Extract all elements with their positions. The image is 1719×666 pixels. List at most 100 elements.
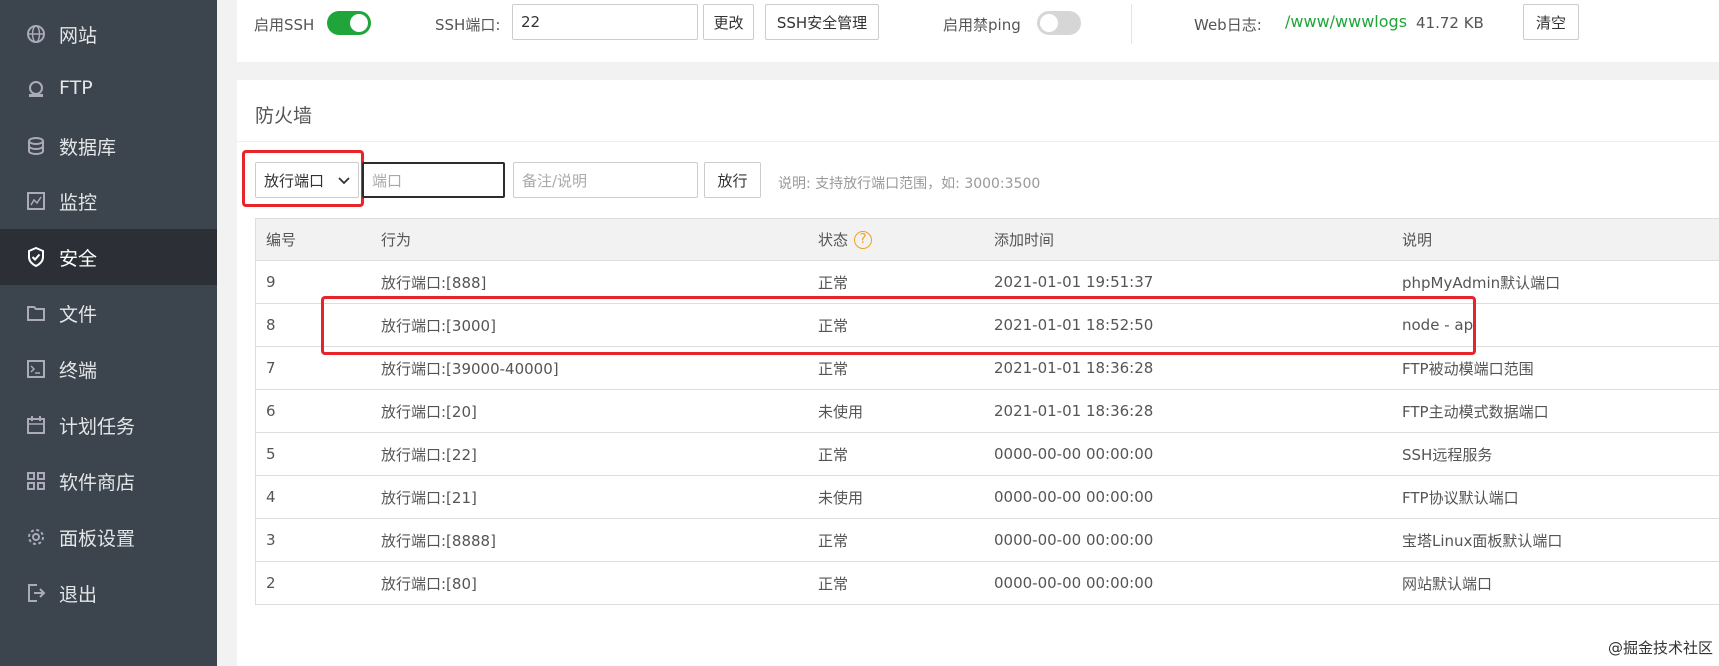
rule-id: 5 <box>266 445 276 463</box>
divider <box>1131 4 1132 44</box>
help-icon[interactable]: ? <box>854 230 873 249</box>
ftp-icon <box>26 80 46 100</box>
note-input[interactable]: 备注/说明 <box>513 162 698 198</box>
rule-note: SSH远程服务 <box>1402 445 1493 464</box>
sidebar-item-cron[interactable]: 计划任务 <box>0 397 217 453</box>
ping-label: 启用禁ping <box>943 16 1021 34</box>
gear-icon <box>26 527 46 547</box>
sidebar-item-label: FTP <box>59 77 93 99</box>
sidebar-item-ftp[interactable]: FTP <box>0 62 217 118</box>
firewall-panel: 防火墙 放行端口 端口 备注/说明 放行 说明: 支持放行端口范围，如: 300… <box>237 80 1719 666</box>
weblog-size: 41.72 KB <box>1416 14 1484 32</box>
rule-id: 2 <box>266 574 276 592</box>
ssh-manage-button[interactable]: SSH安全管理 <box>765 4 879 40</box>
rule-note: 宝塔Linux面板默认端口 <box>1402 531 1563 550</box>
note-input-placeholder: 备注/说明 <box>522 171 588 190</box>
sidebar-item-label: 网站 <box>59 25 98 47</box>
rule-id: 7 <box>266 359 276 377</box>
sidebar-item-settings[interactable]: 面板设置 <box>0 509 217 565</box>
column-header-status-label: 状态 <box>818 231 849 249</box>
sidebar-item-label: 计划任务 <box>59 416 136 438</box>
firewall-title: 防火墙 <box>255 105 313 127</box>
table-row: 3 放行端口:[8888] 正常 0000-00-00 00:00:00 宝塔L… <box>256 519 1719 562</box>
calendar-icon <box>26 415 46 435</box>
ssh-toggle[interactable] <box>327 11 371 35</box>
sidebar-item-security[interactable]: 安全 <box>0 229 217 285</box>
shield-icon <box>26 247 46 267</box>
table-row: 2 放行端口:[80] 正常 0000-00-00 00:00:00 网站默认端… <box>256 562 1719 604</box>
rule-id: 4 <box>266 488 276 506</box>
rule-note: FTP主动模式数据端口 <box>1402 402 1549 421</box>
column-header-note: 说明 <box>1402 231 1433 249</box>
clear-log-button[interactable]: 清空 <box>1523 4 1579 40</box>
ssh-port-label: SSH端口: <box>435 16 501 34</box>
weblog-path-link[interactable]: /www/wwwlogs <box>1285 12 1407 31</box>
port-input[interactable]: 端口 <box>362 162 505 198</box>
sidebar-item-label: 安全 <box>59 248 98 270</box>
watermark: @掘金技术社区 <box>1607 639 1713 657</box>
grid-icon <box>26 471 46 491</box>
table-row: 5 放行端口:[22] 正常 0000-00-00 00:00:00 SSH远程… <box>256 433 1719 476</box>
sidebar-item-label: 监控 <box>59 192 98 214</box>
port-input-placeholder: 端口 <box>372 171 403 190</box>
column-header-id: 编号 <box>266 231 297 249</box>
rule-action: 放行端口:[80] <box>381 574 477 593</box>
sidebar-item-label: 文件 <box>59 304 98 326</box>
sidebar-item-label: 退出 <box>59 584 98 606</box>
sidebar-item-label: 数据库 <box>59 137 117 159</box>
rule-id: 6 <box>266 402 276 420</box>
sidebar-item-website[interactable]: 网站 <box>0 6 217 62</box>
rule-status: 未使用 <box>818 402 864 421</box>
ssh-port-input[interactable]: 22 <box>512 4 698 40</box>
ping-toggle[interactable] <box>1037 11 1081 35</box>
change-port-button[interactable]: 更改 <box>703 4 754 40</box>
weblog-label: Web日志: <box>1194 16 1262 34</box>
sidebar-item-label: 面板设置 <box>59 528 136 550</box>
highlight-box-select <box>242 150 364 207</box>
ssh-settings-panel: 启用SSH SSH端口: 22 更改 SSH安全管理 启用禁ping Web日志… <box>237 0 1719 62</box>
table-row: 4 放行端口:[21] 未使用 0000-00-00 00:00:00 FTP协… <box>256 476 1719 519</box>
sidebar-item-logout[interactable]: 退出 <box>0 565 217 621</box>
sidebar-item-store[interactable]: 软件商店 <box>0 453 217 509</box>
rule-note: FTP协议默认端口 <box>1402 488 1519 507</box>
table-header: 编号 行为 状态? 添加时间 说明 <box>256 219 1719 261</box>
folder-icon <box>26 303 46 323</box>
rule-time: 0000-00-00 00:00:00 <box>994 531 1154 549</box>
rule-action: 放行端口:[21] <box>381 488 477 507</box>
rule-time: 2021-01-01 18:36:28 <box>994 402 1154 420</box>
column-header-time: 添加时间 <box>994 231 1055 249</box>
column-header-action: 行为 <box>381 231 412 249</box>
rule-id: 3 <box>266 531 276 549</box>
rule-status: 未使用 <box>818 488 864 507</box>
sidebar-item-database[interactable]: 数据库 <box>0 118 217 174</box>
rule-time: 0000-00-00 00:00:00 <box>994 574 1154 592</box>
rule-action: 放行端口:[20] <box>381 402 477 421</box>
sidebar-item-terminal[interactable]: 终端 <box>0 341 217 397</box>
sidebar: 网站 FTP 数据库 监控 安全 文件 终端 计划任务 软件商店 面板设置 退出 <box>0 0 217 666</box>
sidebar-item-files[interactable]: 文件 <box>0 285 217 341</box>
port-range-hint: 说明: 支持放行端口范围，如: 3000:3500 <box>778 176 1041 192</box>
table-row: 6 放行端口:[20] 未使用 2021-01-01 18:36:28 FTP主… <box>256 390 1719 433</box>
rule-id: 8 <box>266 316 276 334</box>
rule-status: 正常 <box>818 531 849 550</box>
rule-id: 9 <box>266 273 276 291</box>
rule-status: 正常 <box>818 574 849 593</box>
logout-icon <box>26 583 46 603</box>
firewall-rules-table: 编号 行为 状态? 添加时间 说明 9 放行端口:[888] 正常 2021-0… <box>255 218 1719 605</box>
sidebar-item-monitor[interactable]: 监控 <box>0 173 217 229</box>
allow-port-button[interactable]: 放行 <box>704 162 761 198</box>
rule-action: 放行端口:[22] <box>381 445 477 464</box>
highlight-box-row <box>321 296 1476 355</box>
ssh-label: 启用SSH <box>254 16 315 34</box>
database-icon <box>26 136 46 156</box>
sidebar-item-label: 终端 <box>59 360 98 382</box>
monitor-icon <box>26 191 46 211</box>
sidebar-item-label: 软件商店 <box>59 472 136 494</box>
rule-status: 正常 <box>818 445 849 464</box>
column-header-status: 状态? <box>818 219 873 260</box>
rule-action: 放行端口:[8888] <box>381 531 496 550</box>
rule-time: 0000-00-00 00:00:00 <box>994 488 1154 506</box>
divider <box>237 141 1719 142</box>
rule-time: 0000-00-00 00:00:00 <box>994 445 1154 463</box>
terminal-icon <box>26 359 46 379</box>
